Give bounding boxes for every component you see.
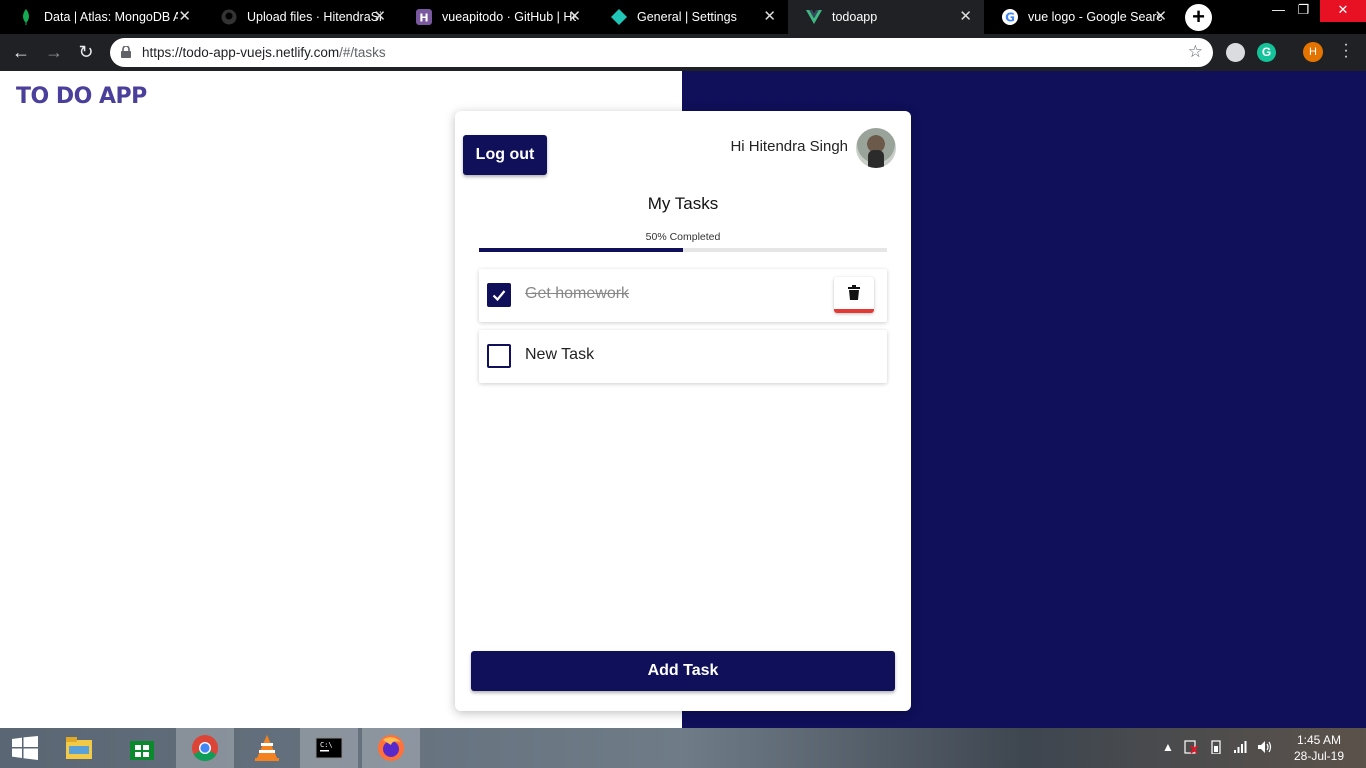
close-icon[interactable]: ✕: [959, 9, 972, 25]
svg-text:G: G: [1005, 11, 1015, 25]
tasks-card: Log out Hi Hitendra Singh My Tasks 50% C…: [455, 111, 911, 711]
url-host: https://todo-app-vuejs.netlify.com: [142, 45, 340, 60]
browser-tab[interactable]: Upload files · HitendraSingh ✕: [203, 0, 398, 34]
add-task-button[interactable]: Add Task: [471, 651, 895, 691]
forward-arrow-icon[interactable]: →: [42, 41, 66, 65]
svg-text:C:\: C:\: [320, 741, 333, 749]
close-icon[interactable]: ✕: [763, 9, 776, 25]
google-icon: G: [1002, 9, 1018, 25]
browser-tab[interactable]: General | Settings ✕: [593, 0, 788, 34]
vue-icon: [806, 9, 822, 25]
profile-avatar[interactable]: H: [1303, 42, 1323, 62]
tray-volume-icon[interactable]: [1257, 740, 1273, 757]
task-checkbox[interactable]: [487, 283, 511, 307]
close-icon[interactable]: ✕: [373, 9, 386, 25]
delete-task-button[interactable]: [834, 277, 874, 313]
tray-battery-icon[interactable]: [1209, 740, 1223, 757]
browser-tab[interactable]: H vueapitodo · GitHub | Heroku ✕: [398, 0, 593, 34]
browser-tab[interactable]: G vue logo - Google Search ✕: [984, 0, 1179, 34]
tab-title: vueapitodo · GitHub | Heroku: [442, 10, 576, 24]
tab-title: todoapp: [832, 10, 878, 24]
user-greeting: Hi Hitendra Singh: [730, 138, 848, 155]
grammarly-icon[interactable]: G: [1257, 43, 1276, 62]
windows-taskbar: C:\ ▲ 1:45 AM 28-Jul-19: [0, 728, 1366, 768]
checkmark-icon: [492, 290, 506, 302]
progress-fill: [479, 248, 683, 252]
url-text: https://todo-app-vuejs.netlify.com/#/tas…: [142, 45, 386, 60]
tray-overflow-icon[interactable]: ▲: [1162, 740, 1174, 754]
progress-label: 50% Completed: [645, 231, 721, 243]
task-checkbox[interactable]: [487, 344, 511, 368]
browser-menu-icon[interactable]: · · ·: [1339, 37, 1353, 65]
svg-text:H: H: [419, 12, 428, 25]
task-item: Get homework: [479, 269, 887, 322]
avatar: [856, 128, 896, 168]
trash-icon: [848, 285, 860, 300]
tray-signal-icon[interactable]: [1233, 740, 1247, 757]
taskbar-clock[interactable]: 1:45 AM 28-Jul-19: [1286, 732, 1352, 764]
url-path: /#/tasks: [339, 45, 386, 60]
tray-network-warning-icon[interactable]: [1184, 740, 1198, 757]
taskbar-firefox[interactable]: [362, 728, 420, 768]
progress-bar: [479, 248, 887, 252]
tab-title: vue logo - Google Search: [1028, 10, 1162, 24]
browser-tab-active[interactable]: todoapp ✕: [788, 0, 984, 34]
task-text[interactable]: New Task: [525, 346, 594, 364]
store-icon: [130, 741, 154, 760]
vlc-icon: [255, 735, 279, 761]
tab-title: Upload files · HitendraSingh: [247, 10, 381, 24]
back-arrow-icon[interactable]: ←: [9, 41, 33, 65]
github-icon: [221, 9, 237, 25]
taskbar-cmd[interactable]: C:\: [300, 728, 358, 768]
clock-time: 1:45 AM: [1296, 733, 1342, 747]
taskbar-file-explorer[interactable]: [50, 728, 108, 768]
windows-start-icon[interactable]: [0, 728, 50, 768]
close-icon[interactable]: ✕: [178, 9, 191, 25]
browser-tab-strip: Data | Atlas: MongoDB Atlas ✕ Upload fil…: [0, 0, 1366, 34]
extension-icon[interactable]: [1226, 43, 1245, 62]
reload-icon[interactable]: ↻: [74, 41, 98, 65]
page-viewport: TO DO APP Log out Hi Hitendra Singh My T…: [0, 71, 1366, 728]
taskbar-vlc[interactable]: [238, 728, 296, 768]
app-logo[interactable]: TO DO APP: [16, 84, 147, 109]
close-icon[interactable]: ✕: [1154, 9, 1167, 25]
new-tab-button[interactable]: +: [1185, 4, 1212, 31]
tab-title: General | Settings: [637, 10, 737, 24]
file-explorer-icon: [66, 737, 92, 759]
tab-title: Data | Atlas: MongoDB Atlas: [44, 10, 178, 24]
clock-date: 28-Jul-19: [1293, 749, 1345, 763]
taskbar-store[interactable]: [113, 728, 171, 768]
browser-tab[interactable]: Data | Atlas: MongoDB Atlas ✕: [0, 0, 203, 34]
window-close-icon[interactable]: ✕: [1320, 0, 1366, 22]
cmd-icon: C:\: [315, 737, 343, 759]
lock-icon: [121, 46, 131, 58]
avatar-figure: [868, 150, 884, 168]
task-item: New Task: [479, 330, 887, 383]
task-text[interactable]: Get homework: [525, 285, 629, 303]
close-icon[interactable]: ✕: [568, 9, 581, 25]
address-bar[interactable]: https://todo-app-vuejs.netlify.com/#/tas…: [110, 38, 1213, 67]
taskbar-chrome[interactable]: [176, 728, 234, 768]
mongodb-leaf-icon: [18, 9, 34, 25]
logout-button[interactable]: Log out: [463, 135, 547, 175]
bookmark-star-icon[interactable]: ☆: [1188, 42, 1203, 62]
heroku-icon: H: [416, 9, 432, 25]
netlify-icon: [611, 9, 627, 25]
chrome-icon: [192, 735, 218, 762]
firefox-icon: [378, 735, 404, 761]
browser-toolbar: ← → ↻ https://todo-app-vuejs.netlify.com…: [0, 34, 1366, 71]
page-title: My Tasks: [647, 194, 719, 213]
